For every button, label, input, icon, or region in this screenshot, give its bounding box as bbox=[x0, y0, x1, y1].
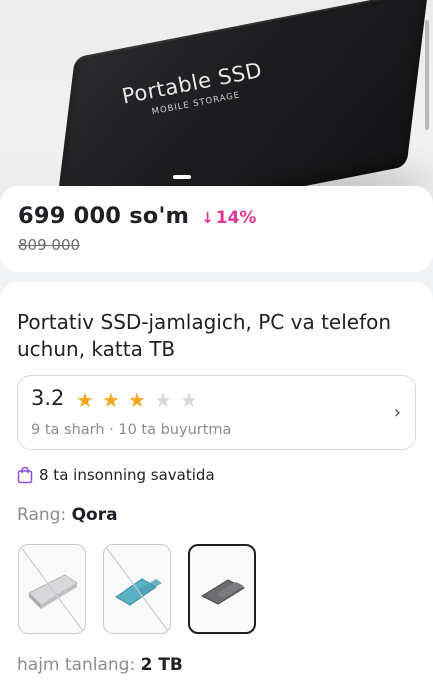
variant-black-thumbnail bbox=[200, 579, 246, 605]
star-empty-icon: ★ bbox=[180, 388, 198, 412]
star-filled-icon: ★ bbox=[76, 388, 94, 412]
current-price: 699 000 so'm bbox=[18, 203, 190, 229]
product-image-carousel[interactable]: Portable SSD MOBILE STORAGE bbox=[0, 0, 433, 200]
price-row: 699 000 so'm ↓ 14% bbox=[18, 203, 256, 229]
scrollbar[interactable] bbox=[425, 20, 429, 130]
in-carts-info: 8 ta insonning savatida bbox=[17, 466, 215, 484]
chevron-right-icon: › bbox=[393, 402, 401, 423]
star-filled-icon: ★ bbox=[128, 388, 146, 412]
carousel-indicator[interactable] bbox=[173, 175, 191, 179]
product-title: Portativ SSD-jamlagich, PC va telefon uc… bbox=[17, 310, 392, 361]
variant-blue[interactable] bbox=[103, 544, 171, 634]
size-selector-label: hajm tanlang: 2 TB bbox=[17, 655, 183, 675]
unavailable-strike bbox=[20, 546, 84, 632]
variant-black-selected[interactable] bbox=[188, 544, 256, 634]
rating-reviews-button[interactable]: 3.2 ★ ★ ★ ★ ★ 9 ta sharh · 10 ta buyurtm… bbox=[17, 375, 416, 450]
reviews-orders-count: 9 ta sharh · 10 ta buyurtma bbox=[31, 422, 232, 438]
size-label: hajm tanlang: bbox=[17, 655, 136, 675]
color-selector-label: Rang: Qora bbox=[17, 505, 118, 525]
discount-value: 14% bbox=[215, 208, 257, 228]
price-card: 699 000 so'm ↓ 14% bbox=[0, 186, 433, 272]
shopping-bag-icon bbox=[17, 466, 33, 484]
rating-score: 3.2 bbox=[31, 386, 65, 410]
size-value: 2 TB bbox=[140, 655, 183, 675]
arrow-down-icon: ↓ bbox=[201, 209, 214, 227]
color-label: Rang: bbox=[17, 505, 67, 525]
star-filled-icon: ★ bbox=[102, 388, 120, 412]
unavailable-strike bbox=[105, 546, 169, 632]
color-value: Qora bbox=[71, 505, 118, 525]
variant-silver[interactable] bbox=[18, 544, 86, 634]
star-empty-icon: ★ bbox=[154, 388, 172, 412]
in-carts-text: 8 ta insonning savatida bbox=[39, 466, 215, 484]
color-variants bbox=[18, 544, 273, 634]
discount-badge: ↓ 14% bbox=[201, 208, 256, 228]
old-price: 809 000 bbox=[18, 236, 81, 254]
rating-stars: ★ ★ ★ ★ ★ bbox=[76, 389, 206, 411]
